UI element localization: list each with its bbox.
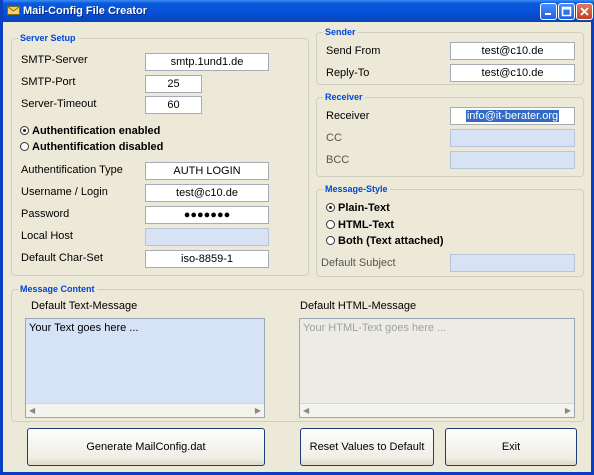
html-message-scrollbar[interactable]: ◀ ▶ bbox=[300, 403, 574, 417]
default-subject-label: Default Subject bbox=[321, 257, 396, 269]
local-host-input[interactable] bbox=[145, 228, 269, 246]
receiver-value: info@it-berater.org bbox=[465, 110, 560, 122]
plain-text-radio[interactable]: Plain-Text bbox=[326, 202, 390, 215]
bcc-label: BCC bbox=[326, 154, 350, 166]
text-message-textarea[interactable]: Your Text goes here ... ◀ ▶ bbox=[25, 318, 265, 418]
reply-to-label: Reply-To bbox=[326, 67, 370, 79]
bcc-input[interactable] bbox=[450, 151, 575, 169]
auth-disabled-radio[interactable]: Authentification disabled bbox=[20, 141, 163, 154]
text-message-scrollbar[interactable]: ◀ ▶ bbox=[26, 403, 264, 417]
scroll-left-icon[interactable]: ◀ bbox=[303, 407, 309, 415]
auth-enabled-radio[interactable]: Authentification enabled bbox=[20, 125, 160, 138]
main-window: Mail-Config File Creator Server Setup SM… bbox=[0, 0, 594, 475]
password-label: Password bbox=[21, 208, 70, 220]
receiver-input[interactable]: info@it-berater.org bbox=[450, 107, 575, 125]
receiver-title: Receiver bbox=[323, 91, 365, 103]
text-message-content: Your Text goes here ... bbox=[29, 322, 139, 334]
auth-type-label: Authentification Type bbox=[21, 164, 123, 176]
server-timeout-label: Server-Timeout bbox=[21, 98, 97, 110]
exit-button[interactable]: Exit bbox=[445, 428, 577, 466]
message-content-title: Message Content bbox=[18, 283, 97, 295]
scroll-right-icon[interactable]: ▶ bbox=[565, 407, 571, 415]
auth-type-input[interactable]: AUTH LOGIN bbox=[145, 162, 269, 180]
server-setup-title: Server Setup bbox=[18, 32, 78, 44]
send-from-input[interactable]: test@c10.de bbox=[450, 42, 575, 60]
text-message-label: Default Text-Message bbox=[31, 300, 138, 312]
scroll-right-icon[interactable]: ▶ bbox=[255, 407, 261, 415]
default-subject-input[interactable] bbox=[450, 254, 575, 272]
close-button[interactable] bbox=[576, 3, 593, 20]
html-message-label: Default HTML-Message bbox=[300, 300, 417, 312]
scroll-left-icon[interactable]: ◀ bbox=[29, 407, 35, 415]
charset-label: Default Char-Set bbox=[21, 252, 103, 264]
password-input[interactable]: ●●●●●●● bbox=[145, 206, 269, 224]
username-label: Username / Login bbox=[21, 186, 108, 198]
send-from-label: Send From bbox=[326, 45, 381, 57]
both-text-radio[interactable]: Both (Text attached) bbox=[326, 235, 444, 248]
maximize-icon bbox=[561, 6, 572, 17]
smtp-server-input[interactable]: smtp.1und1.de bbox=[145, 53, 269, 71]
username-input[interactable]: test@c10.de bbox=[145, 184, 269, 202]
server-timeout-input[interactable]: 60 bbox=[145, 96, 202, 114]
message-style-title: Message-Style bbox=[323, 183, 390, 195]
envelope-icon bbox=[7, 4, 20, 17]
html-text-radio[interactable]: HTML-Text bbox=[326, 219, 394, 232]
sender-title: Sender bbox=[323, 26, 358, 38]
smtp-port-input[interactable]: 25 bbox=[145, 75, 202, 93]
radio-checked-icon bbox=[20, 126, 29, 135]
radio-checked-icon bbox=[326, 203, 335, 212]
generate-button[interactable]: Generate MailConfig.dat bbox=[27, 428, 265, 466]
cc-input[interactable] bbox=[450, 129, 575, 147]
charset-input[interactable]: iso-8859-1 bbox=[145, 250, 269, 268]
smtp-port-label: SMTP-Port bbox=[21, 76, 76, 88]
minimize-button[interactable] bbox=[540, 3, 557, 20]
receiver-label: Receiver bbox=[326, 110, 370, 122]
radio-unchecked-icon bbox=[326, 220, 335, 229]
html-message-content: Your HTML-Text goes here ... bbox=[303, 322, 447, 334]
smtp-server-label: SMTP-Server bbox=[21, 54, 88, 66]
reset-defaults-button[interactable]: Reset Values to Default bbox=[300, 428, 434, 466]
local-host-label: Local Host bbox=[21, 230, 73, 242]
title-bar[interactable]: Mail-Config File Creator bbox=[3, 0, 594, 22]
radio-unchecked-icon bbox=[20, 142, 29, 151]
window-title: Mail-Config File Creator bbox=[23, 5, 148, 17]
close-icon bbox=[580, 7, 589, 16]
reply-to-input[interactable]: test@c10.de bbox=[450, 64, 575, 82]
maximize-button[interactable] bbox=[558, 3, 575, 20]
html-message-textarea[interactable]: Your HTML-Text goes here ... ◀ ▶ bbox=[299, 318, 575, 418]
radio-unchecked-icon bbox=[326, 236, 335, 245]
minimize-icon bbox=[545, 13, 551, 15]
cc-label: CC bbox=[326, 132, 342, 144]
